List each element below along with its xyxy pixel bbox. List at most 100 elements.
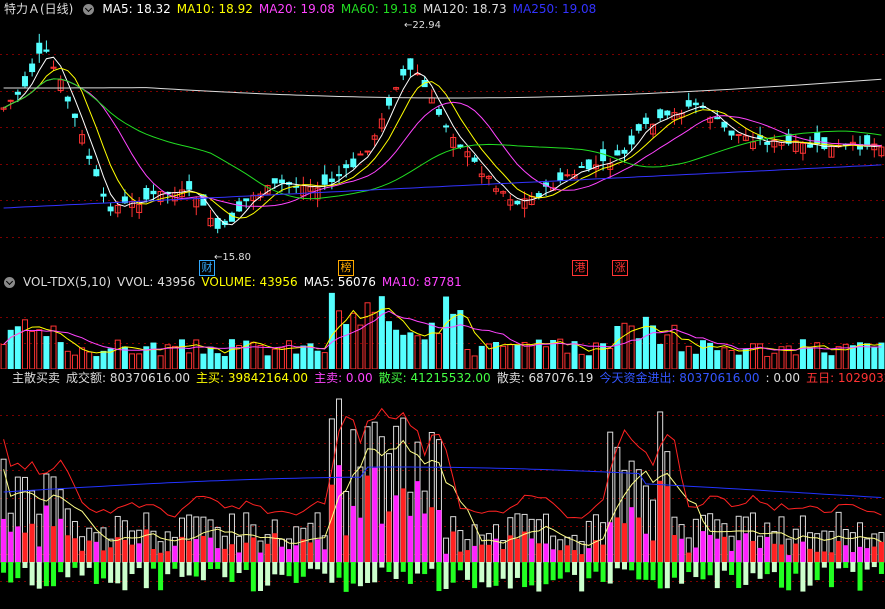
volume-bar (221, 356, 228, 369)
main-buy-bar (429, 507, 435, 562)
retail-bar (764, 562, 770, 575)
capital-flow-chart[interactable] (0, 387, 885, 609)
retail-bar (693, 562, 699, 578)
volume-bar (721, 347, 728, 369)
candle-body (343, 164, 350, 169)
main-buy-bar (108, 547, 114, 562)
volume-bar (657, 343, 664, 369)
candle-body (728, 130, 735, 136)
retail-bar (843, 562, 849, 568)
retail-bar (593, 562, 599, 572)
candle-body (357, 153, 364, 156)
main-buy-bar (450, 531, 456, 562)
retail-buy-label: 散买: 41215532.00 (378, 371, 491, 385)
retail-bar (79, 562, 85, 576)
main-buy-bar (821, 551, 827, 562)
vol-indicator-name[interactable]: VOL-TDX(5,10) (23, 273, 111, 291)
main-buy-bar (407, 515, 413, 562)
retail-bar (814, 562, 820, 581)
volume-bar (328, 292, 335, 369)
candle-body (385, 97, 392, 106)
main-buy-bar (300, 539, 306, 562)
retail-bar (286, 562, 292, 577)
retail-bar (457, 562, 463, 571)
flow-indicator-name[interactable]: 主散买卖 (12, 369, 60, 387)
retail-bar (557, 562, 563, 579)
retail-bar (707, 562, 713, 576)
retail-bar (657, 562, 663, 589)
candle-body (635, 124, 642, 131)
main-buy-bar (529, 538, 535, 562)
ma120-line (3, 78, 882, 99)
retail-bar (415, 562, 421, 574)
candle-body (407, 58, 414, 70)
chevron-down-icon[interactable] (83, 3, 95, 15)
volume-bar (186, 352, 193, 369)
volume-bar (336, 310, 343, 369)
volume-bar (86, 351, 93, 369)
candle-body (243, 198, 250, 202)
main-buy-bar (600, 544, 606, 562)
retail-bar (343, 562, 349, 592)
main-buy-bar (229, 544, 235, 562)
main-buy-bar (279, 546, 285, 562)
volume-bar (435, 333, 442, 369)
main-buy-bar (771, 543, 777, 562)
retail-bar (179, 562, 185, 577)
retail-bar (222, 562, 228, 578)
candle-body (435, 109, 442, 115)
volume-bar (21, 319, 28, 369)
candle-body (443, 125, 450, 128)
retail-bar (779, 562, 785, 588)
main-buy-bar (664, 486, 670, 562)
main-buy-bar (457, 551, 463, 562)
main-buy-bar (400, 488, 406, 562)
retail-bar (836, 562, 842, 569)
volume-bar (393, 329, 400, 369)
main-buy-bar (564, 545, 570, 562)
retail-bar (386, 562, 392, 572)
candle-body (321, 174, 328, 185)
main-buy-bar (115, 537, 121, 562)
main-buy-bar (422, 513, 428, 562)
candle-body (7, 99, 14, 102)
main-buy-bar (878, 541, 884, 562)
main-buy-bar (807, 548, 813, 562)
volume-bar (443, 296, 450, 369)
ma60-label: MA60: 19.18 (340, 2, 417, 16)
main-buy-bar (215, 548, 221, 562)
retail-bar (479, 562, 485, 583)
volume-chart[interactable] (0, 291, 885, 369)
high-price-annotation: ←22.94 (404, 20, 442, 31)
main-buy-bar (286, 549, 292, 562)
volume-bar (421, 339, 428, 369)
stock-title[interactable]: 特力Ａ(日线) (4, 0, 73, 18)
main-buy-bar (393, 495, 399, 562)
retail-bar (586, 562, 592, 579)
volume-bar (178, 339, 185, 369)
volume-bar (500, 345, 507, 369)
retail-bar (172, 562, 178, 569)
retail-bar (215, 562, 221, 569)
retail-bar (165, 562, 171, 575)
retail-bar (664, 562, 670, 589)
retail-bar (265, 562, 271, 586)
volume-bar (592, 342, 599, 369)
candlestick-chart[interactable] (0, 18, 885, 273)
volume-bar (350, 312, 357, 369)
volume-bar (57, 342, 64, 369)
volume-bar (700, 340, 707, 369)
candle-body (814, 132, 821, 145)
retail-bar (536, 562, 542, 592)
candle-body (350, 158, 357, 168)
chevron-down-icon[interactable] (4, 276, 15, 288)
turnover-label: 成交额: 80370616.00 (66, 371, 191, 385)
candle-body (29, 63, 36, 73)
candle-body (628, 135, 635, 145)
main-buy-bar (828, 552, 834, 562)
main-buy-bar (721, 536, 727, 562)
volume-bar (807, 347, 814, 369)
main-buy-bar (743, 533, 749, 562)
main-buy-bar (307, 542, 313, 562)
retail-bar (322, 562, 328, 574)
